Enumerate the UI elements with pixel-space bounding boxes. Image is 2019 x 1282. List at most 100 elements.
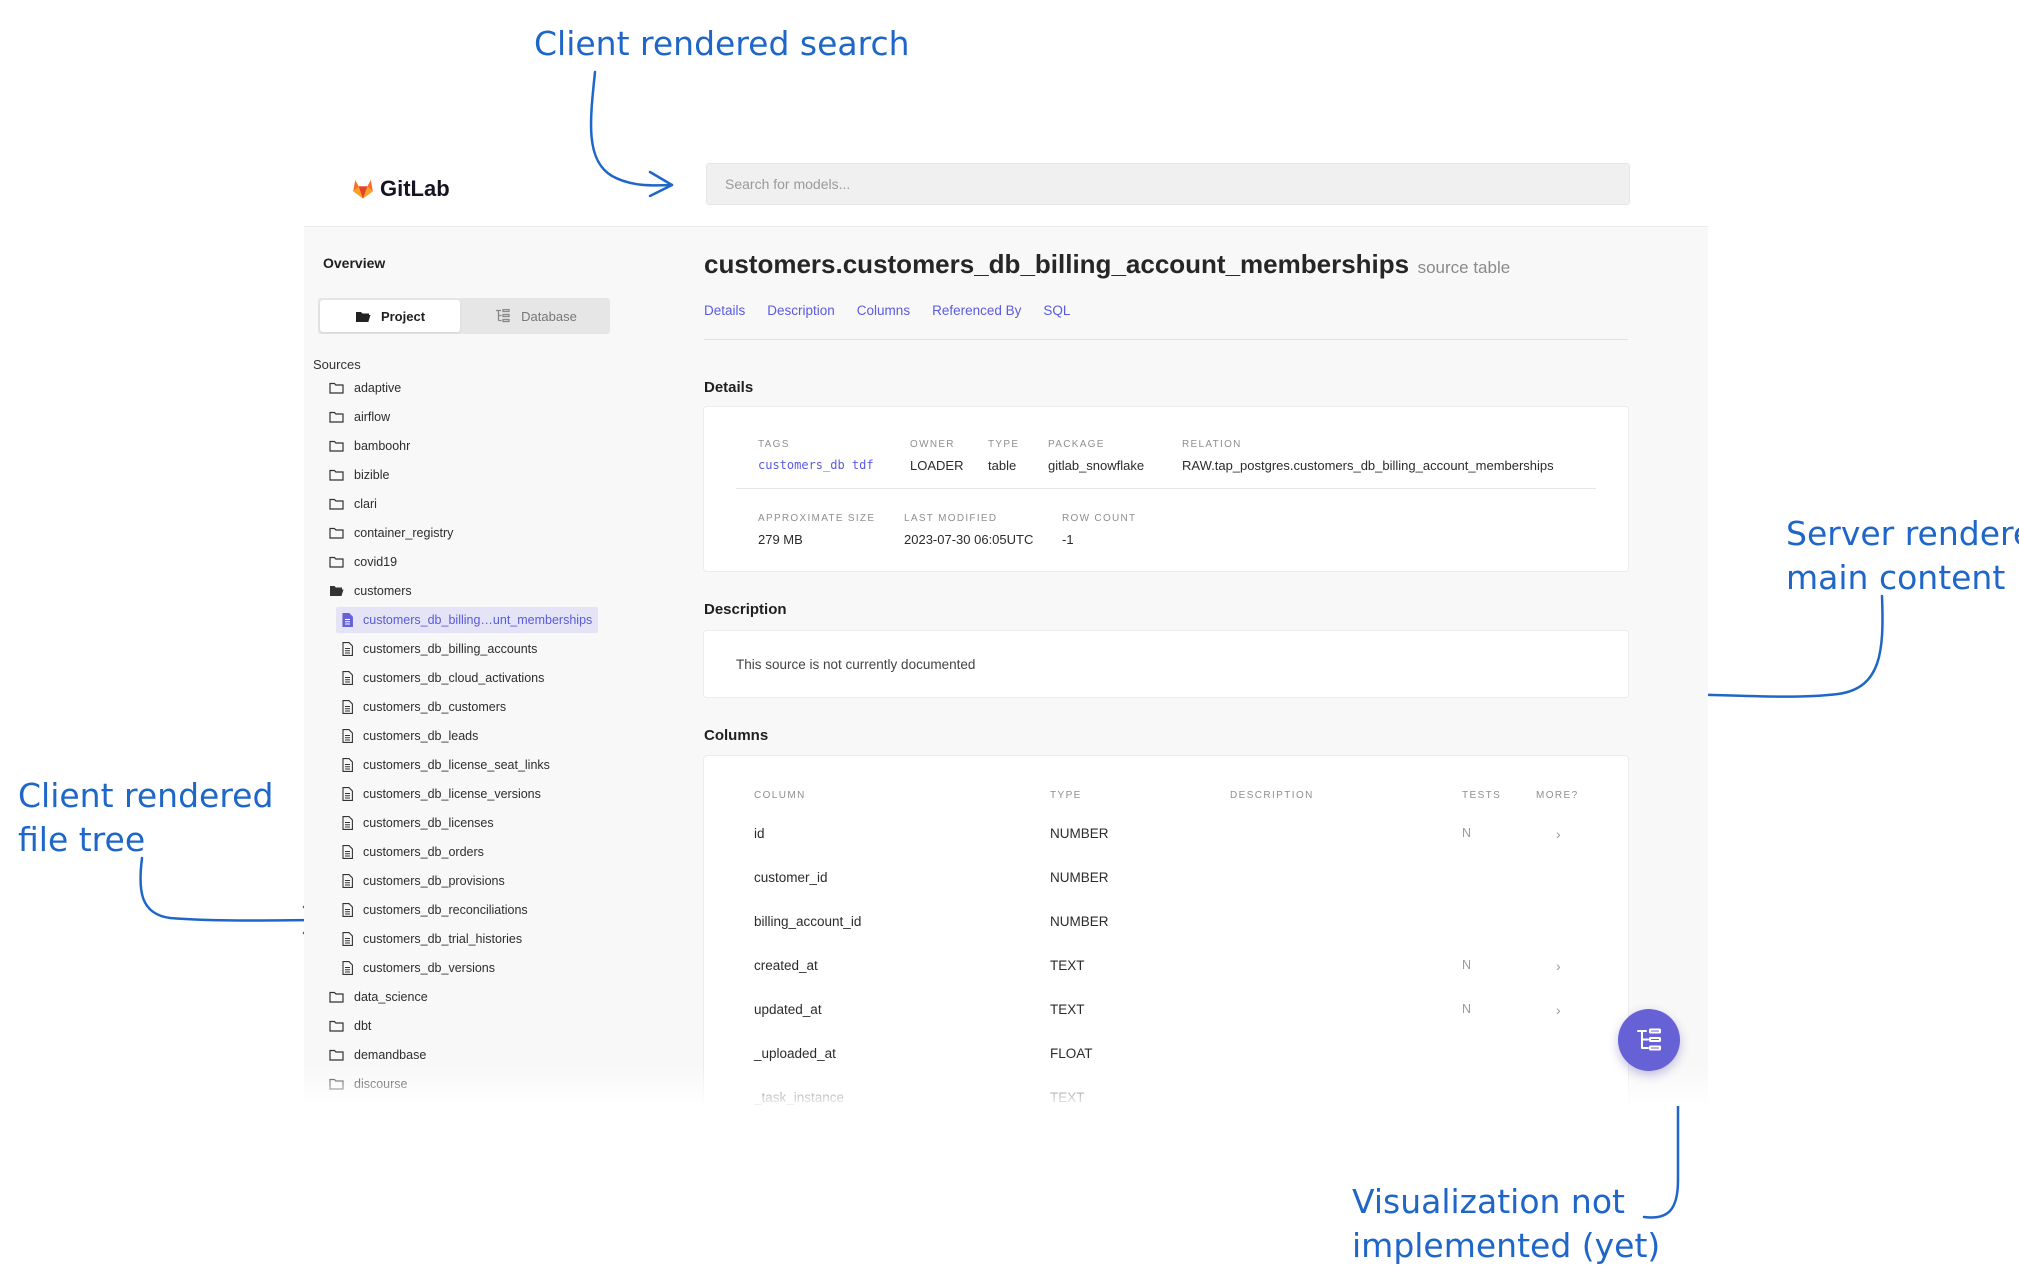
column-name-cell: updated_at (754, 1002, 822, 1017)
tags-value[interactable]: customers_db tdf (758, 458, 874, 472)
file-item[interactable]: customers_db_orders (342, 839, 484, 865)
column-name-cell: created_at (754, 958, 818, 973)
relation-value: RAW.tap_postgres.customers_db_billing_ac… (1182, 458, 1554, 473)
file-icon (342, 671, 353, 685)
file-item-selected[interactable]: customers_db_billing…unt_memberships (336, 607, 599, 633)
package-label: Package (1048, 439, 1105, 450)
folder-item[interactable]: airflow (329, 404, 390, 430)
column-type-cell: TEXT (1050, 958, 1085, 973)
tree-item-label: customers_db_provisions (363, 874, 505, 888)
file-icon (342, 816, 353, 830)
folder-icon (329, 1078, 344, 1090)
last-modified-value: 2023-07-30 06:05UTC (904, 532, 1034, 547)
type-value: table (988, 458, 1017, 473)
annotation-tree-line2: file tree (18, 820, 146, 859)
view-toggle: Project Database (318, 298, 610, 334)
visualization-button[interactable] (1618, 1009, 1680, 1071)
folder-item[interactable]: discourse (329, 1071, 408, 1097)
folder-item[interactable]: clari (329, 491, 377, 517)
tree-item-label: adaptive (354, 381, 402, 395)
column-type-cell: NUMBER (1050, 826, 1109, 841)
package-value: gitlab_snowflake (1048, 458, 1145, 473)
row-count-label: Row Count (1062, 513, 1137, 524)
tree-item-label: customers_db_cloud_activations (363, 671, 545, 685)
column-header-description: Description (1230, 790, 1314, 801)
tab-columns[interactable]: Columns (857, 303, 910, 318)
annotation-viz-line2: implemented (yet) (1352, 1226, 1661, 1265)
description-heading: Description (704, 601, 787, 618)
column-more-chevron[interactable]: › (1556, 958, 1561, 974)
tab-description[interactable]: Description (767, 303, 835, 318)
tree-item-label: bizible (354, 468, 390, 482)
arrow-to-search (589, 70, 674, 187)
folder-icon (329, 382, 344, 394)
folder-icon (329, 991, 344, 1003)
size-value: 279 MB (758, 532, 803, 547)
tree-item-label: demandbase (354, 1048, 427, 1062)
file-icon (342, 787, 353, 801)
folder-item[interactable]: demandbase (329, 1042, 426, 1068)
file-icon (342, 729, 353, 743)
column-tests-cell: N (1462, 958, 1472, 972)
description-text: This source is not currently documented (736, 657, 976, 672)
folder-item[interactable]: adaptive (329, 375, 401, 401)
column-name-cell: id (754, 826, 765, 841)
description-card: This source is not currently documented (704, 631, 1628, 697)
file-item[interactable]: customers_db_trial_histories (342, 926, 522, 952)
tab-details[interactable]: Details (704, 303, 745, 318)
folder-item[interactable]: covid19 (329, 549, 397, 575)
file-icon (342, 758, 353, 772)
overview-link[interactable]: Overview (323, 255, 385, 271)
tree-item-label: customers_db_license_seat_links (363, 758, 550, 772)
columns-card: Column Type Description Tests More? id NU… (704, 756, 1628, 1105)
folder-item[interactable]: bamboohr (329, 433, 410, 459)
database-toggle-button[interactable]: Database (466, 300, 606, 332)
app-body: Overview Project Database Sources adapti… (304, 226, 1708, 1105)
folder-item[interactable]: bizible (329, 462, 389, 488)
file-icon (342, 874, 353, 888)
section-tabs: Details Description Columns Referenced B… (704, 303, 1070, 318)
column-header-tests: Tests (1462, 790, 1502, 801)
column-type-cell: NUMBER (1050, 870, 1109, 885)
tree-item-label: customers_db_license_versions (363, 787, 541, 801)
folder-icon (329, 469, 344, 481)
file-item[interactable]: customers_db_leads (342, 723, 478, 749)
file-item[interactable]: customers_db_reconciliations (342, 897, 528, 923)
tree-item-label: customers_db_reconciliations (363, 903, 528, 917)
column-more-chevron[interactable]: › (1556, 826, 1561, 842)
gitlab-logo[interactable]: GitLab (352, 172, 450, 206)
file-item[interactable]: customers_db_license_versions (342, 781, 541, 807)
tree-item-label: clari (354, 497, 377, 511)
file-item[interactable]: customers_db_license_seat_links (342, 752, 550, 778)
page-title-suffix: source table (1417, 258, 1511, 277)
search-input[interactable] (706, 163, 1630, 205)
tree-item-label: customers_db_leads (363, 729, 479, 743)
folder-item[interactable]: container_registry (329, 520, 453, 546)
columns-heading: Columns (704, 727, 769, 744)
file-item[interactable]: customers_db_billing_accounts (342, 636, 537, 662)
column-name-cell: _uploaded_at (754, 1046, 836, 1061)
arrow-to-tree (139, 856, 328, 922)
file-icon (342, 642, 353, 656)
tree-item-label: dbt (354, 1019, 372, 1033)
column-type-cell: TEXT (1050, 1090, 1085, 1105)
folder-item-open[interactable]: customers (329, 578, 412, 604)
folder-icon (329, 411, 344, 423)
file-item[interactable]: customers_db_customers (342, 694, 506, 720)
file-item[interactable]: customers_db_licenses (342, 810, 494, 836)
tree-item-label: data_science (354, 990, 428, 1004)
project-toggle-button[interactable]: Project (320, 300, 460, 332)
folder-item[interactable]: dbt (329, 1013, 371, 1039)
file-item[interactable]: customers_db_versions (342, 955, 495, 981)
file-item[interactable]: customers_db_cloud_activations (342, 665, 544, 691)
annotation-search: Client rendered search (534, 24, 910, 63)
tree-item-label: customers_db_billing…unt_memberships (363, 613, 593, 627)
file-icon (342, 903, 353, 917)
folder-open-icon (330, 586, 344, 596)
folder-item[interactable]: data_science (329, 984, 428, 1010)
tree-item-label: customers_db_orders (363, 845, 484, 859)
column-more-chevron[interactable]: › (1556, 1002, 1561, 1018)
file-item[interactable]: customers_db_provisions (342, 868, 505, 894)
tab-sql[interactable]: SQL (1043, 303, 1070, 318)
tab-referenced-by[interactable]: Referenced By (932, 303, 1021, 318)
